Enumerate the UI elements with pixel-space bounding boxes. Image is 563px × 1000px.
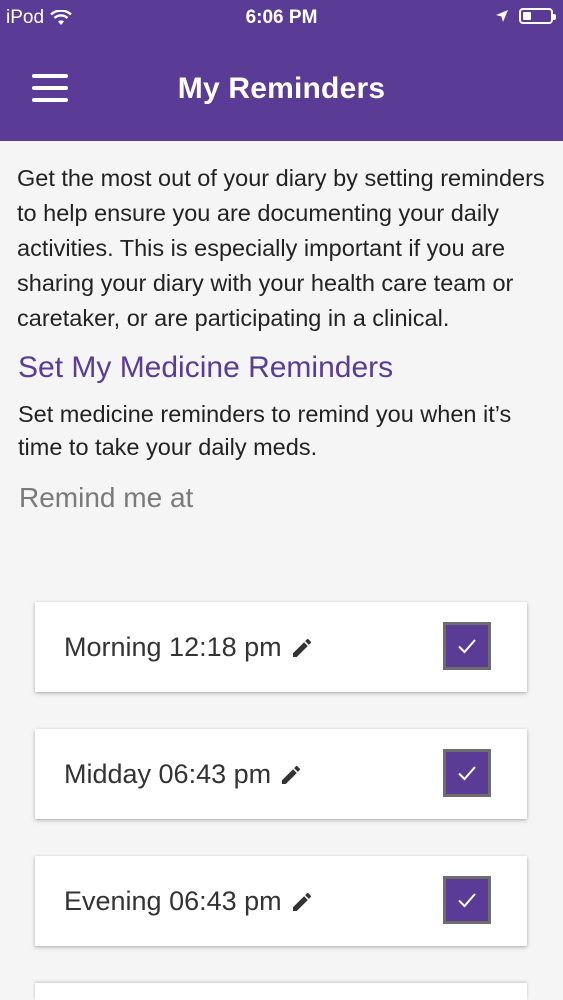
reminder-card-evening: Evening 06:43 pm [35, 856, 527, 946]
reminder-card-morning: Morning 12:18 pm [35, 602, 527, 692]
reminder-label: Evening 06:43 pm [64, 886, 282, 916]
status-bar: iPod 6:06 PM [0, 0, 563, 36]
pencil-icon[interactable] [279, 763, 303, 787]
intro-text: Get the most out of your diary by settin… [17, 165, 545, 331]
app-bar: My Reminders [0, 36, 563, 141]
reminder-label: Morning 12:18 pm [64, 632, 282, 662]
status-bar-right [495, 8, 556, 24]
reminder-card-midday: Midday 06:43 pm [35, 729, 527, 819]
reminder-time-morning[interactable]: Morning 12:18 pm [64, 632, 314, 663]
pencil-icon[interactable] [290, 890, 314, 914]
main-content: Get the most out of your diary by settin… [0, 141, 563, 518]
battery-icon [519, 8, 556, 24]
battery-level [523, 12, 531, 20]
page-title: My Reminders [177, 72, 386, 105]
location-arrow-icon [496, 10, 508, 22]
medicine-section-title: Set My Medicine Reminders [18, 351, 394, 384]
reminder-time-midday[interactable]: Midday 06:43 pm [64, 759, 303, 790]
reminder-checkbox-midday[interactable] [443, 749, 491, 797]
checkmark-icon [458, 766, 476, 781]
reminder-label: Midday 06:43 pm [64, 759, 272, 789]
status-time: 6:06 PM [245, 7, 318, 28]
checkmark-icon [458, 639, 476, 654]
reminder-checkbox-evening[interactable] [443, 876, 491, 924]
checkmark-icon [458, 893, 476, 908]
reminder-checkbox-morning[interactable] [443, 622, 491, 670]
reminder-time-evening[interactable]: Evening 06:43 pm [64, 886, 314, 917]
reminder-card-next [35, 983, 527, 1000]
pencil-icon[interactable] [290, 636, 314, 660]
medicine-section-description: Set medicine reminders to remind you whe… [18, 401, 512, 460]
remind-me-at-label: Remind me at [19, 482, 194, 513]
